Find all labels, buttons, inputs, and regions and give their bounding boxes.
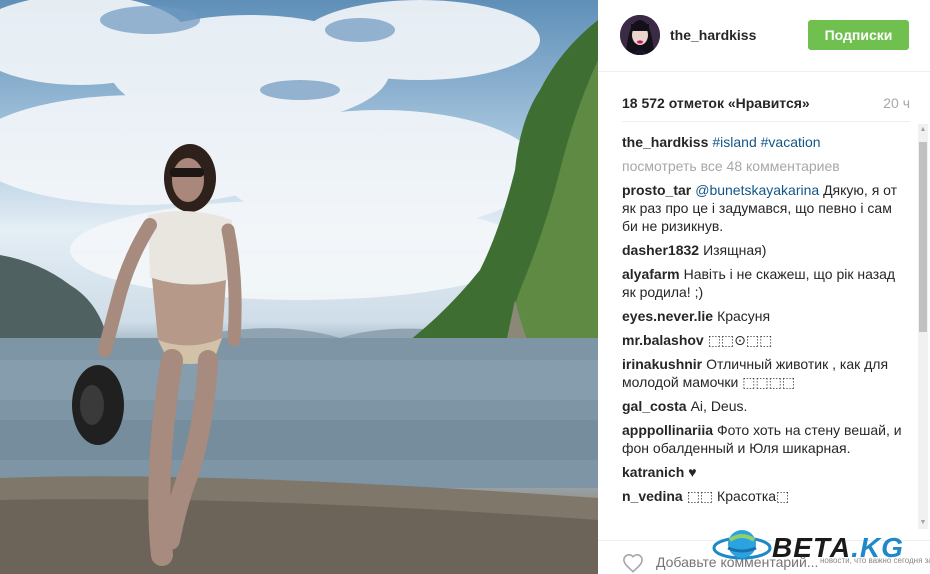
comment-item: apppollinariia Фото хоть на стену вешай, … [622,421,907,457]
comment-username[interactable]: katranich [622,464,684,480]
post-photo[interactable] [0,0,598,574]
comment-item: irinakushnir Отличный животик , как для м… [622,355,907,391]
view-all-comments-link[interactable]: посмотреть все 48 комментариев [622,157,907,175]
comment-item: alyafarm Навіть і не скажеш, що рік назад… [622,265,907,301]
comment-username[interactable]: alyafarm [622,266,680,282]
comment-item: dasher1832 Изящная) [622,241,907,259]
divider [622,121,910,122]
comment-username[interactable]: apppollinariia [622,422,713,438]
caption: the_hardkiss #island #vacation [622,133,907,151]
post-details-panel: the_hardkiss Подписки 18 572 отметок «Нр… [598,0,930,574]
comment-item: katranich ♥ [622,463,907,481]
post-time[interactable]: 20 ч [883,95,910,111]
comment-text: Ai, Deus. [690,398,748,414]
follow-button[interactable]: Подписки [808,20,909,50]
comment-text: ⬚⬚⊙⬚⬚ [707,332,773,348]
comment-username[interactable]: dasher1832 [622,242,699,258]
comment-username[interactable]: gal_costa [622,398,687,414]
comment-text: ♥ [688,464,697,480]
comment-item: n_vedina ⬚⬚ Красотка⬚ [622,487,907,505]
beach-photo-image [0,0,598,574]
comment-text: ⬚⬚ Красотка⬚ [686,488,790,504]
comment-item: mr.balashov ⬚⬚⊙⬚⬚ [622,331,907,349]
scrollbar-thumb[interactable] [919,142,927,332]
comment-item: prosto_tar @bunetskayakarina Дякую, я от … [622,181,907,235]
post-username[interactable]: the_hardkiss [670,27,756,43]
likes-row: 18 572 отметок «Нравится» 20 ч [622,95,910,115]
avatar[interactable] [620,15,660,55]
comment-username[interactable]: n_vedina [622,488,683,504]
comment-mention[interactable]: @bunetskayakarina [695,182,819,198]
comments-scrollbar[interactable]: ▲ ▼ [918,124,928,529]
globe-logo-icon [712,530,772,560]
comment-username[interactable]: irinakushnir [622,356,702,372]
caption-username[interactable]: the_hardkiss [622,134,708,150]
likes-count[interactable]: 18 572 отметок «Нравится» [622,95,810,111]
watermark-logo: ВЕТА.KG новости, что важно сегодня завтр… [712,522,930,572]
comment-username[interactable]: eyes.never.lie [622,308,713,324]
comment-text: Красуня [717,308,771,324]
like-heart-icon[interactable] [622,553,644,573]
comment-text: Изящная) [703,242,767,258]
scroll-up-arrow-icon[interactable]: ▲ [919,126,927,134]
comment-username[interactable]: mr.balashov [622,332,704,348]
avatar-image [620,15,660,55]
comments-list: the_hardkiss #island #vacation посмотреть… [622,133,907,533]
comment-username[interactable]: prosto_tar [622,182,691,198]
comment-item: eyes.never.lie Красуня [622,307,907,325]
comment-item: gal_costa Ai, Deus. [622,397,907,415]
watermark-subtitle: новости, что важно сегодня завтра [820,556,930,565]
post-header: the_hardkiss Подписки [598,0,930,72]
caption-hashtags[interactable]: #island #vacation [712,134,820,150]
